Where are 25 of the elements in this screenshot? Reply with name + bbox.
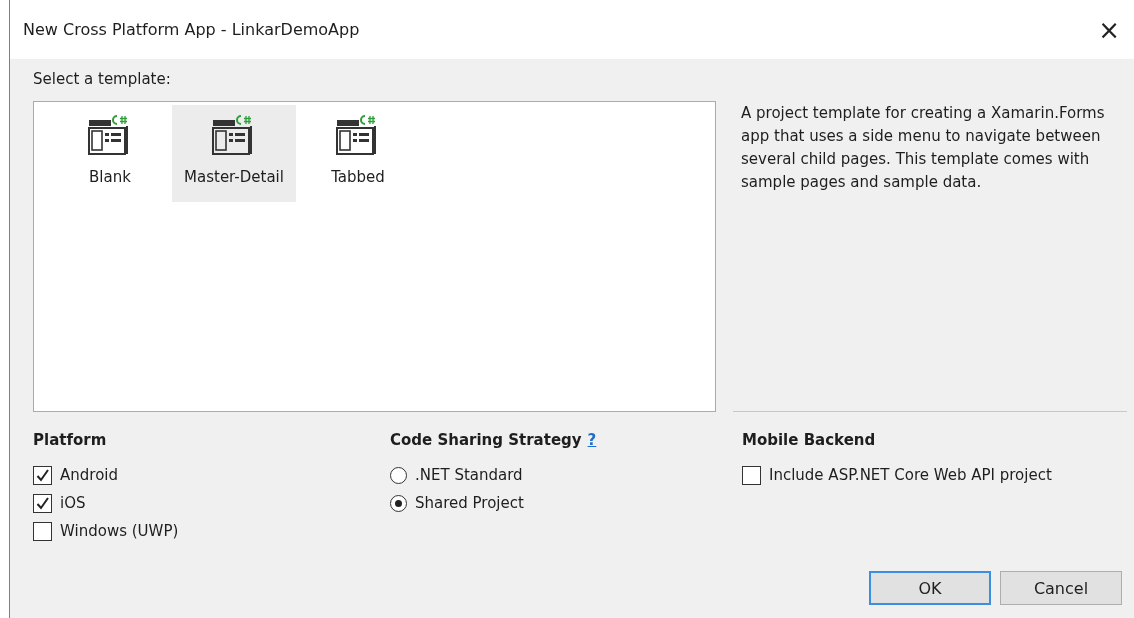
section-heading: Mobile Backend bbox=[742, 431, 876, 449]
close-button[interactable]: × bbox=[1092, 16, 1126, 43]
checkbox[interactable] bbox=[742, 465, 761, 485]
ok-button[interactable]: OK bbox=[869, 571, 991, 605]
help-link[interactable]: ? bbox=[587, 431, 597, 449]
template-item[interactable]: Master-Detail bbox=[172, 105, 296, 202]
checkbox-label[interactable]: iOS bbox=[60, 494, 86, 512]
cancel-button[interactable]: Cancel bbox=[1000, 571, 1122, 605]
template-description: A project template for creating a Xamarin.Forms app that uses a side menu to navigate between several child pages. This template comes with sample pages and sample data. bbox=[740, 103, 1106, 193]
checkbox[interactable] bbox=[33, 465, 52, 485]
checkbox[interactable] bbox=[33, 493, 52, 513]
radio-button[interactable] bbox=[390, 466, 407, 484]
radio-label[interactable]: .NET Standard bbox=[415, 466, 523, 484]
checkbox-label[interactable]: Include ASP.NET Core Web API project bbox=[769, 466, 1052, 484]
section-heading: Code Sharing Strategy bbox=[390, 431, 582, 449]
section-label: Select a template: bbox=[33, 70, 172, 88]
radio-button[interactable] bbox=[390, 494, 407, 512]
template-item[interactable]: Blank bbox=[48, 105, 172, 202]
checkbox-label[interactable]: Android bbox=[60, 466, 118, 484]
section-heading: Platform bbox=[33, 431, 107, 449]
template-item[interactable]: Tabbed bbox=[296, 105, 420, 202]
checkbox-label[interactable]: Windows (UWP) bbox=[60, 522, 179, 540]
window-title: New Cross Platform App - LinkarDemoApp bbox=[23, 20, 360, 39]
radio-label[interactable]: Shared Project bbox=[415, 494, 524, 512]
checkbox[interactable] bbox=[33, 521, 52, 541]
